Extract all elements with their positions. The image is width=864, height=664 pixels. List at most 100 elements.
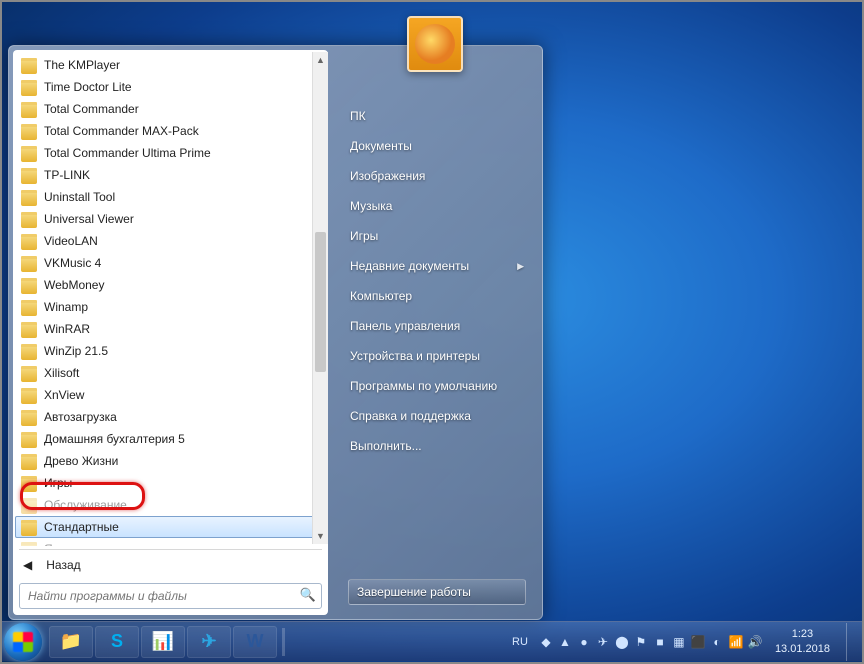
user-pane-item[interactable]: Игры — [344, 221, 530, 251]
user-pane-item[interactable]: ПК — [344, 101, 530, 131]
user-pane: ПКДокументы Изображения Музыка Игры Недавние… — [328, 46, 542, 619]
folder-icon — [21, 519, 37, 535]
system-tray: RU ◆▲●✈⬤⚑■▦⬛◐📶🔊 1:23 13.01.2018 — [506, 623, 860, 661]
taskbar-divider — [282, 628, 285, 656]
taskbar-app-monitor[interactable]: 📊 — [141, 626, 185, 658]
tray-icon[interactable]: ◐ — [709, 634, 725, 650]
folder-icon — [21, 409, 37, 425]
tray-icon[interactable]: ■ — [652, 634, 668, 650]
user-pane-item[interactable]: Документы — [344, 131, 530, 161]
clock[interactable]: 1:23 13.01.2018 — [767, 627, 838, 656]
tray-icon[interactable]: ⬛ — [690, 634, 706, 650]
program-folder[interactable]: WebMoney — [15, 274, 326, 296]
tray-icon[interactable]: ⬤ — [614, 634, 630, 650]
program-label: WinRAR — [44, 322, 90, 336]
program-folder[interactable]: Автозагрузка — [15, 406, 326, 428]
programs-list[interactable]: ▲ ▼ The KMPlayer Time Doctor Lite Total Co… — [13, 50, 328, 546]
user-pane-item[interactable]: Компьютер — [344, 281, 530, 311]
program-folder[interactable]: Total Commander MAX-Pack — [15, 120, 326, 142]
taskbar: 📁S📊✈W RU ◆▲●✈⬤⚑■▦⬛◐📶🔊 1:23 13.01.2018 — [0, 621, 864, 661]
program-folder[interactable]: TP-LINK — [15, 164, 326, 186]
user-pane-item[interactable]: Изображения — [344, 161, 530, 191]
program-folder[interactable]: Uninstall Tool — [15, 186, 326, 208]
program-folder[interactable]: Total Commander Ultima Prime — [15, 142, 326, 164]
search-icon[interactable]: 🔍 — [300, 587, 316, 603]
back-button[interactable]: ◀ Назад — [13, 553, 328, 577]
taskbar-app-word[interactable]: W — [233, 626, 277, 658]
divider — [19, 549, 322, 550]
program-folder[interactable]: The KMPlayer — [15, 54, 326, 76]
start-button[interactable] — [4, 623, 42, 661]
program-folder[interactable]: WinRAR — [15, 318, 326, 340]
user-pane-item[interactable]: Программы по умолчанию — [344, 371, 530, 401]
tray-icon[interactable]: ◆ — [538, 634, 554, 650]
program-folder[interactable]: Яндекс — [15, 538, 326, 546]
tray-icon[interactable]: 🔊 — [747, 634, 763, 650]
back-arrow-icon: ◀ — [23, 558, 32, 572]
program-label: Домашняя бухгалтерия 5 — [44, 432, 185, 446]
tray-icon[interactable]: ✈ — [595, 634, 611, 650]
tray-icon[interactable]: ▲ — [557, 634, 573, 650]
program-folder[interactable]: Древо Жизни — [15, 450, 326, 472]
user-pane-item[interactable]: Музыка — [344, 191, 530, 221]
user-pane-item[interactable]: Выполнить... — [344, 431, 530, 461]
program-label: XnView — [44, 388, 84, 402]
folder-icon — [21, 365, 37, 381]
program-label: Автозагрузка — [44, 410, 117, 424]
folder-icon — [21, 387, 37, 403]
user-pane-item[interactable]: Справка и поддержка — [344, 401, 530, 431]
folder-icon — [21, 343, 37, 359]
scrollbar[interactable]: ▲ ▼ — [312, 52, 328, 544]
program-folder[interactable]: Обслуживание — [15, 494, 326, 516]
program-label: Древо Жизни — [44, 454, 118, 468]
show-desktop-button[interactable] — [846, 623, 858, 661]
user-pane-item[interactable]: Устройства и принтеры — [344, 341, 530, 371]
monitor-icon: 📊 — [152, 631, 174, 652]
program-folder[interactable]: VideoLAN — [15, 230, 326, 252]
program-folder[interactable]: Universal Viewer — [15, 208, 326, 230]
folder-icon — [21, 541, 37, 546]
explorer-icon: 📁 — [60, 631, 82, 652]
language-indicator[interactable]: RU — [506, 636, 534, 648]
scroll-up-icon[interactable]: ▲ — [313, 52, 328, 68]
shutdown-button[interactable]: Завершение работы — [348, 579, 526, 605]
program-label: Winamp — [44, 300, 88, 314]
taskbar-app-telegram[interactable]: ✈ — [187, 626, 231, 658]
search-box: 🔍 — [19, 583, 322, 609]
folder-icon — [21, 475, 37, 491]
word-icon: W — [247, 631, 264, 652]
folder-icon — [21, 101, 37, 117]
user-avatar[interactable] — [407, 16, 463, 72]
taskbar-app-skype[interactable]: S — [95, 626, 139, 658]
folder-icon — [21, 453, 37, 469]
user-pane-item[interactable]: Панель управления — [344, 311, 530, 341]
program-folder[interactable]: Игры — [15, 472, 326, 494]
start-menu: ▲ ▼ The KMPlayer Time Doctor Lite Total Co… — [8, 45, 543, 620]
program-folder[interactable]: Xilisoft — [15, 362, 326, 384]
shutdown-area: Завершение работы — [348, 579, 526, 605]
user-pane-label: Выполнить... — [350, 439, 422, 453]
program-folder[interactable]: Домашняя бухгалтерия 5 — [15, 428, 326, 450]
user-pane-label: Музыка — [350, 199, 392, 213]
tray-icon[interactable]: ● — [576, 634, 592, 650]
program-folder[interactable]: Winamp — [15, 296, 326, 318]
program-label: Time Doctor Lite — [44, 80, 132, 94]
program-folder[interactable]: VKMusic 4 — [15, 252, 326, 274]
user-pane-label: Компьютер — [350, 289, 412, 303]
program-folder[interactable]: Total Commander — [15, 98, 326, 120]
program-folder[interactable]: Стандартные — [15, 516, 326, 538]
tray-icon[interactable]: ⚑ — [633, 634, 649, 650]
tray-icon[interactable]: ▦ — [671, 634, 687, 650]
user-pane-item[interactable]: Недавние документы▶ — [344, 251, 530, 281]
program-folder[interactable]: Time Doctor Lite — [15, 76, 326, 98]
user-pane-label: Игры — [350, 229, 378, 243]
program-folder[interactable]: WinZip 21.5 — [15, 340, 326, 362]
user-pane-label: Изображения — [350, 169, 425, 183]
taskbar-app-explorer[interactable]: 📁 — [49, 626, 93, 658]
search-input[interactable] — [19, 583, 322, 609]
tray-icon[interactable]: 📶 — [728, 634, 744, 650]
folder-icon — [21, 123, 37, 139]
program-folder[interactable]: XnView — [15, 384, 326, 406]
folder-icon — [21, 497, 37, 513]
scroll-thumb[interactable] — [315, 232, 326, 372]
